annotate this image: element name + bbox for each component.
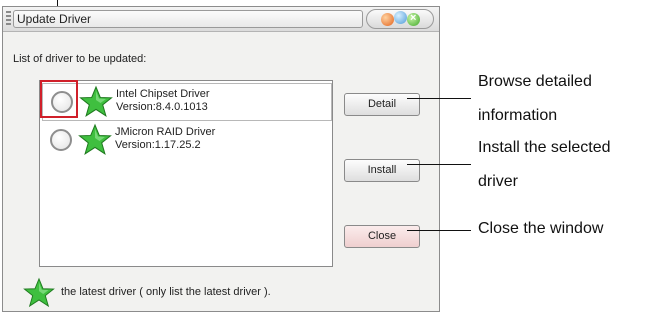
detail-annotation-line1: Browse detailed [478,73,592,90]
window-controls: × [366,9,434,29]
green-star-icon [23,277,55,308]
install-annotation-line1: Install the selected [478,139,611,156]
close-button[interactable]: Close [344,225,420,248]
minimize-icon[interactable] [381,13,394,26]
update-driver-window: Update Driver × List of driver to be upd… [2,6,440,312]
list-item[interactable]: Intel Chipset Driver Version:8.4.0.1013 [42,83,332,121]
close-window-icon[interactable]: × [407,12,420,26]
install-callout-line [407,164,471,165]
grip-icon[interactable] [6,11,11,27]
list-caption: List of driver to be updated: [13,53,147,65]
list-item[interactable]: JMicron RAID Driver Version:1.17.25.2 [42,122,332,160]
install-annotation-line2: driver [478,173,519,190]
detail-button[interactable]: Detail [344,93,420,116]
close-callout-line [407,230,471,231]
green-star-icon [78,123,112,155]
title-bar[interactable]: Update Driver × [3,7,439,32]
detail-annotation-line2: information [478,107,558,124]
driver-version: Version:1.17.25.2 [115,139,201,151]
install-button[interactable]: Install [344,159,420,182]
close-annotation: Close the window [478,220,604,237]
green-star-icon [79,85,113,117]
legend-text: the latest driver ( only list the latest… [61,286,271,298]
close-glyph: × [410,12,417,24]
radio-highlight-box [40,80,78,118]
detail-callout-line [407,98,471,99]
window-title: Update Driver [17,12,92,26]
select-radio[interactable] [50,129,72,151]
driver-list[interactable]: Intel Chipset Driver Version:8.4.0.1013 … [39,80,333,267]
driver-name: JMicron RAID Driver [115,126,216,138]
maximize-icon[interactable] [394,11,407,24]
driver-name: Intel Chipset Driver [116,88,210,100]
driver-version: Version:8.4.0.1013 [116,101,208,113]
